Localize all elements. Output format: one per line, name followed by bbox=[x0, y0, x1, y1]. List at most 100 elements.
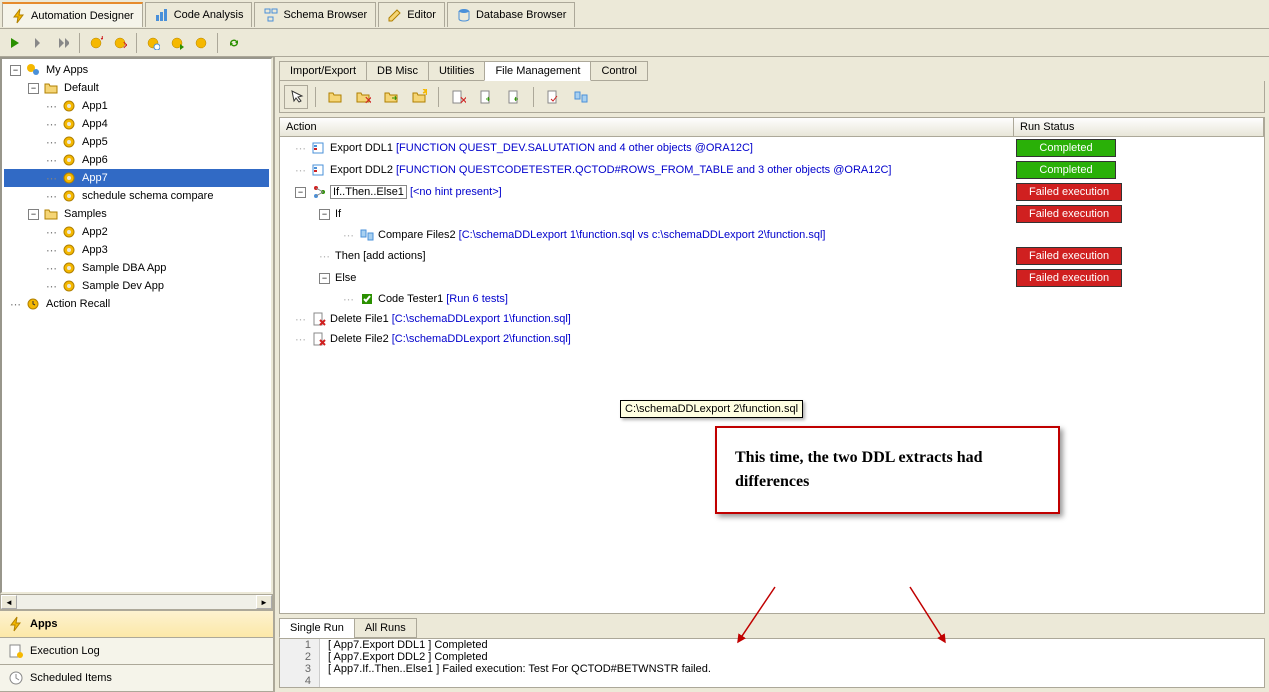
nav-scheduled-items[interactable]: Scheduled Items bbox=[0, 665, 273, 692]
action-row[interactable]: ⋯Delete File1 [C:\schemaDDLexport 1\func… bbox=[280, 309, 1264, 329]
sub-toolbar: ✕ ✱ ✕ bbox=[279, 81, 1265, 113]
tree-label: App4 bbox=[79, 117, 111, 131]
refresh-button[interactable] bbox=[223, 32, 245, 54]
tree-label: My Apps bbox=[43, 63, 91, 77]
action-name: If bbox=[335, 208, 341, 220]
top-tab-bar: Automation Designer Code Analysis Schema… bbox=[0, 0, 1269, 29]
tree-label: Action Recall bbox=[43, 297, 113, 311]
nav-label: Scheduled Items bbox=[30, 672, 112, 684]
pointer-tool-button[interactable] bbox=[284, 85, 308, 109]
tree-node-my-apps[interactable]: − My Apps bbox=[4, 61, 269, 79]
grid-header: Action Run Status bbox=[279, 117, 1265, 137]
folder-open-button[interactable] bbox=[323, 85, 347, 109]
tab-utilities[interactable]: Utilities bbox=[428, 61, 485, 81]
row-toggle[interactable]: − bbox=[295, 187, 306, 198]
skip-button[interactable] bbox=[52, 32, 74, 54]
tab-label: Schema Browser bbox=[283, 9, 367, 21]
action-row[interactable]: ⋯Export DDL1 [FUNCTION QUEST_DEV.SALUTAT… bbox=[280, 137, 1264, 159]
action-grid[interactable]: ⋯Export DDL1 [FUNCTION QUEST_DEV.SALUTAT… bbox=[279, 137, 1265, 614]
tree-node-app2[interactable]: ⋯App2 bbox=[4, 223, 269, 241]
tree-node-sample-dev-app[interactable]: ⋯Sample Dev App bbox=[4, 277, 269, 295]
tab-editor[interactable]: Editor bbox=[378, 2, 445, 27]
tree-node-app1[interactable]: ⋯App1 bbox=[4, 97, 269, 115]
action-row[interactable]: −IfFailed execution bbox=[280, 203, 1264, 225]
tree-node-action-recall[interactable]: ⋯Action Recall bbox=[4, 295, 269, 313]
row-toggle[interactable]: − bbox=[319, 209, 330, 220]
gear-icon bbox=[61, 98, 77, 114]
tree-node-sample-dba-app[interactable]: ⋯Sample DBA App bbox=[4, 259, 269, 277]
schema-icon bbox=[263, 7, 279, 23]
step-button[interactable] bbox=[28, 32, 50, 54]
file-export-button[interactable] bbox=[474, 85, 498, 109]
log-line: 3[ App7.If..Then..Else1 ] Failed executi… bbox=[280, 663, 1264, 675]
column-status[interactable]: Run Status bbox=[1014, 118, 1264, 136]
horizontal-scrollbar[interactable]: ◄ ► bbox=[0, 594, 273, 610]
action-row[interactable]: ⋯Export DDL2 [FUNCTION QUESTCODETESTER.Q… bbox=[280, 159, 1264, 181]
action-row[interactable]: ⋯Then [add actions]Failed execution bbox=[280, 245, 1264, 267]
tree-node-app5[interactable]: ⋯App5 bbox=[4, 133, 269, 151]
action-name: Delete File1 bbox=[330, 313, 389, 325]
scroll-left-button[interactable]: ◄ bbox=[1, 595, 17, 609]
folder-new-button[interactable]: ✱ bbox=[407, 85, 431, 109]
gear-icon bbox=[61, 116, 77, 132]
tree-node-default[interactable]: −Default bbox=[4, 79, 269, 97]
log-output[interactable]: 1[ App7.Export DDL1 ] Completed2[ App7.E… bbox=[279, 638, 1265, 688]
action-name: Export DDL2 bbox=[330, 164, 393, 176]
tab-single-run[interactable]: Single Run bbox=[279, 618, 355, 638]
folder-move-button[interactable] bbox=[379, 85, 403, 109]
folder-delete-button[interactable]: ✕ bbox=[351, 85, 375, 109]
export-icon bbox=[311, 162, 327, 178]
file-import-button[interactable] bbox=[502, 85, 526, 109]
action-row[interactable]: −ElseFailed execution bbox=[280, 267, 1264, 289]
status-badge: Failed execution bbox=[1016, 247, 1122, 265]
tree-node-app4[interactable]: ⋯App4 bbox=[4, 115, 269, 133]
tab-import-export[interactable]: Import/Export bbox=[279, 61, 367, 81]
tree-label: Samples bbox=[61, 207, 110, 221]
tab-all-runs[interactable]: All Runs bbox=[354, 618, 417, 638]
log-line: 2[ App7.Export DDL2 ] Completed bbox=[280, 651, 1264, 663]
tab-schema-browser[interactable]: Schema Browser bbox=[254, 2, 376, 27]
gear-play-button[interactable] bbox=[166, 32, 188, 54]
action-row[interactable]: ⋯Compare Files2 [C:\schemaDDLexport 1\fu… bbox=[280, 225, 1264, 245]
tree-node-app3[interactable]: ⋯App3 bbox=[4, 241, 269, 259]
file-check-button[interactable] bbox=[541, 85, 565, 109]
action-row[interactable]: −If..Then..Else1 [<no hint present>]Fail… bbox=[280, 181, 1264, 203]
action-row[interactable]: ⋯Delete File2 [C:\schemaDDLexport 2\func… bbox=[280, 329, 1264, 349]
nav-execution-log[interactable]: Execution Log bbox=[0, 638, 273, 665]
tree-node-schedule-schema-compare[interactable]: ⋯schedule schema compare bbox=[4, 187, 269, 205]
action-row[interactable]: ⋯Code Tester1 [Run 6 tests] bbox=[280, 289, 1264, 309]
tree-node-samples[interactable]: − Samples bbox=[4, 205, 269, 223]
tree-toggle[interactable]: − bbox=[10, 65, 21, 76]
gear-new-button[interactable]: ✱ bbox=[85, 32, 107, 54]
tab-file-management[interactable]: File Management bbox=[484, 61, 591, 81]
gear-bolt-button[interactable] bbox=[190, 32, 212, 54]
apps-tree[interactable]: −My Apps−Default⋯App1⋯App4⋯App5⋯App6⋯App… bbox=[0, 57, 273, 594]
tab-db-misc[interactable]: DB Misc bbox=[366, 61, 429, 81]
tester-icon bbox=[359, 291, 375, 307]
log-line: 4 bbox=[280, 675, 1264, 687]
tab-database-browser[interactable]: Database Browser bbox=[447, 2, 576, 27]
svg-text:✱: ✱ bbox=[422, 89, 427, 98]
gear-clock-button[interactable] bbox=[142, 32, 164, 54]
file-delete-button[interactable]: ✕ bbox=[446, 85, 470, 109]
column-action[interactable]: Action bbox=[280, 118, 1014, 136]
row-toggle[interactable]: − bbox=[319, 273, 330, 284]
svg-text:✱: ✱ bbox=[100, 36, 103, 44]
tab-automation-designer[interactable]: Automation Designer bbox=[2, 2, 143, 27]
run-button[interactable] bbox=[4, 32, 26, 54]
tree-toggle[interactable]: − bbox=[28, 83, 39, 94]
action-hint: [FUNCTION QUESTCODETESTER.QCTOD#ROWS_FRO… bbox=[396, 164, 891, 176]
tree-node-app6[interactable]: ⋯App6 bbox=[4, 151, 269, 169]
tab-control[interactable]: Control bbox=[590, 61, 647, 81]
nav-apps[interactable]: Apps bbox=[0, 611, 273, 638]
compare-button[interactable] bbox=[569, 85, 593, 109]
edit-icon bbox=[387, 7, 403, 23]
action-name: Delete File2 bbox=[330, 333, 389, 345]
svg-text:✕: ✕ bbox=[122, 40, 127, 50]
action-name: Code Tester1 bbox=[378, 293, 443, 305]
tree-toggle[interactable]: − bbox=[28, 209, 39, 220]
tab-code-analysis[interactable]: Code Analysis bbox=[145, 2, 253, 27]
scroll-right-button[interactable]: ► bbox=[256, 595, 272, 609]
gear-delete-button[interactable]: ✕ bbox=[109, 32, 131, 54]
tree-node-app7[interactable]: ⋯App7 bbox=[4, 169, 269, 187]
